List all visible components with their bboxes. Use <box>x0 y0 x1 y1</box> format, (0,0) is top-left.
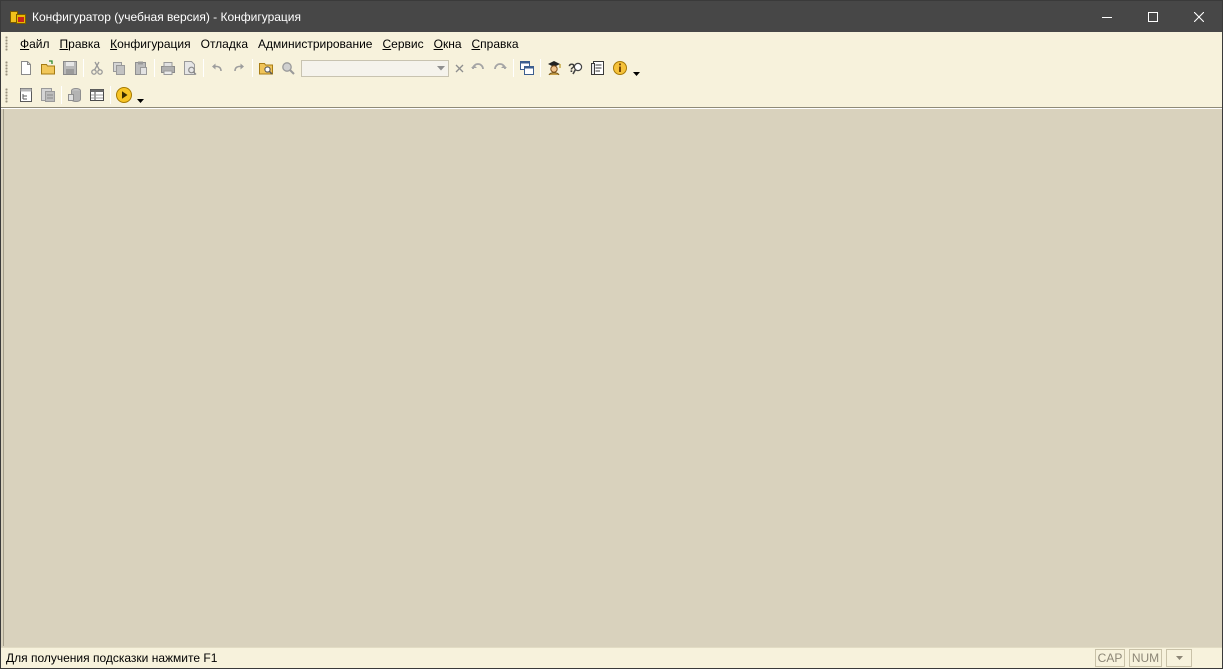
open-button[interactable] <box>37 57 59 79</box>
menu-bar: Файл Правка Конфигурация Отладка Админис… <box>1 32 1222 55</box>
chevron-down-icon <box>437 65 445 70</box>
status-dropdown-button[interactable] <box>1166 649 1192 667</box>
minimize-button[interactable] <box>1084 1 1130 32</box>
properties-icon <box>90 89 104 101</box>
menu-windows[interactable]: Окна <box>429 37 467 51</box>
main-window: Конфигуратор (учебная версия) - Конфигур… <box>0 0 1223 669</box>
toolbar-separator <box>61 86 62 104</box>
search-combo[interactable] <box>301 59 449 77</box>
maximize-icon <box>1148 11 1158 22</box>
windows-list-button[interactable] <box>516 57 538 79</box>
toolbar-separator <box>252 59 253 77</box>
database-configuration-button[interactable] <box>37 84 59 106</box>
toolbar-grip[interactable] <box>5 60 8 76</box>
toolbar-overflow-button[interactable] <box>631 57 641 79</box>
help-search-icon: ? <box>568 61 583 75</box>
copy-icon <box>113 62 125 75</box>
command-area: Файл Правка Конфигурация Отладка Админис… <box>1 32 1222 109</box>
toolbar-separator <box>513 59 514 77</box>
find-previous-icon <box>471 63 484 70</box>
standard-toolbar: ? <box>1 55 1222 81</box>
window-title: Конфигуратор (учебная версия) - Конфигур… <box>32 9 302 24</box>
new-document-icon <box>21 61 31 75</box>
undo-button[interactable] <box>206 57 228 79</box>
menu-help[interactable]: Справка <box>467 37 524 51</box>
new-document-button[interactable] <box>15 57 37 79</box>
menu-file[interactable]: Файл <box>15 37 55 51</box>
play-icon <box>116 87 132 103</box>
menu-debug[interactable]: Отладка <box>196 37 253 51</box>
search-icon <box>282 62 295 75</box>
chevron-down-icon <box>136 99 144 103</box>
search-button[interactable] <box>277 57 299 79</box>
about-button[interactable] <box>609 57 631 79</box>
search-input[interactable] <box>302 61 434 76</box>
find-in-tree-button[interactable] <box>255 57 277 79</box>
find-next-icon <box>494 63 507 70</box>
find-folder-icon <box>259 63 273 75</box>
mdi-workspace[interactable] <box>3 109 1220 646</box>
status-bar: Для получения подсказки нажмите F1 CAP N… <box>1 647 1222 668</box>
syntax-assistant-button[interactable] <box>543 57 565 79</box>
menu-administration[interactable]: Администрирование <box>253 37 377 51</box>
clear-search-button[interactable] <box>451 60 467 77</box>
close-button[interactable] <box>1176 1 1222 32</box>
cut-button[interactable] <box>86 57 108 79</box>
print-icon <box>161 62 175 75</box>
save-button[interactable] <box>59 57 81 79</box>
status-hint-text: Для получения подсказки нажмите F1 <box>6 651 218 665</box>
paste-icon <box>135 61 147 75</box>
toolbar-separator <box>110 86 111 104</box>
open-configuration-button[interactable] <box>15 84 37 106</box>
print-button[interactable] <box>157 57 179 79</box>
help-search-button[interactable]: ? <box>565 57 587 79</box>
chevron-down-icon <box>1175 656 1183 660</box>
find-next-button[interactable] <box>489 57 511 79</box>
menu-configuration[interactable]: Конфигурация <box>105 37 196 51</box>
toolbar-grip[interactable] <box>5 87 8 103</box>
undo-icon <box>212 63 222 72</box>
print-preview-button[interactable] <box>179 57 201 79</box>
windows-icon <box>520 61 534 75</box>
configuration-toolbar <box>1 82 1222 108</box>
paste-button[interactable] <box>130 57 152 79</box>
caps-lock-indicator: CAP <box>1095 649 1125 667</box>
open-folder-icon <box>41 60 55 75</box>
toolbar-separator <box>203 59 204 77</box>
maximize-button[interactable] <box>1130 1 1176 32</box>
cut-icon <box>91 61 103 75</box>
print-preview-icon <box>184 61 197 75</box>
title-bar[interactable]: Конфигуратор (учебная версия) - Конфигур… <box>1 1 1222 32</box>
minimize-icon <box>1102 16 1112 18</box>
clear-icon <box>455 64 463 72</box>
menu-service[interactable]: Сервис <box>377 37 428 51</box>
start-debugging-button[interactable] <box>113 84 135 106</box>
object-properties-button[interactable] <box>86 84 108 106</box>
num-lock-indicator: NUM <box>1129 649 1162 667</box>
toolbar-separator <box>540 59 541 77</box>
configuration-db-icon <box>41 88 55 102</box>
info-icon <box>613 61 627 75</box>
close-icon <box>1194 11 1204 22</box>
menu-edit[interactable]: Правка <box>55 37 106 51</box>
app-1c-icon <box>10 9 26 25</box>
configuration-tree-icon <box>20 88 32 102</box>
update-database-button[interactable] <box>64 84 86 106</box>
toolbar-separator <box>83 59 84 77</box>
help-book-icon <box>591 61 604 75</box>
help-contents-button[interactable] <box>587 57 609 79</box>
menubar-grip[interactable] <box>5 36 8 51</box>
save-icon <box>63 61 77 75</box>
assistant-icon <box>548 61 561 76</box>
redo-icon <box>234 63 244 72</box>
redo-button[interactable] <box>228 57 250 79</box>
window-controls <box>1084 1 1222 32</box>
chevron-down-icon <box>632 72 640 76</box>
search-dropdown-button[interactable] <box>434 61 448 76</box>
toolbar-separator <box>154 59 155 77</box>
find-previous-button[interactable] <box>467 57 489 79</box>
debug-mode-dropdown[interactable] <box>135 84 145 106</box>
copy-button[interactable] <box>108 57 130 79</box>
database-icon <box>68 88 81 103</box>
